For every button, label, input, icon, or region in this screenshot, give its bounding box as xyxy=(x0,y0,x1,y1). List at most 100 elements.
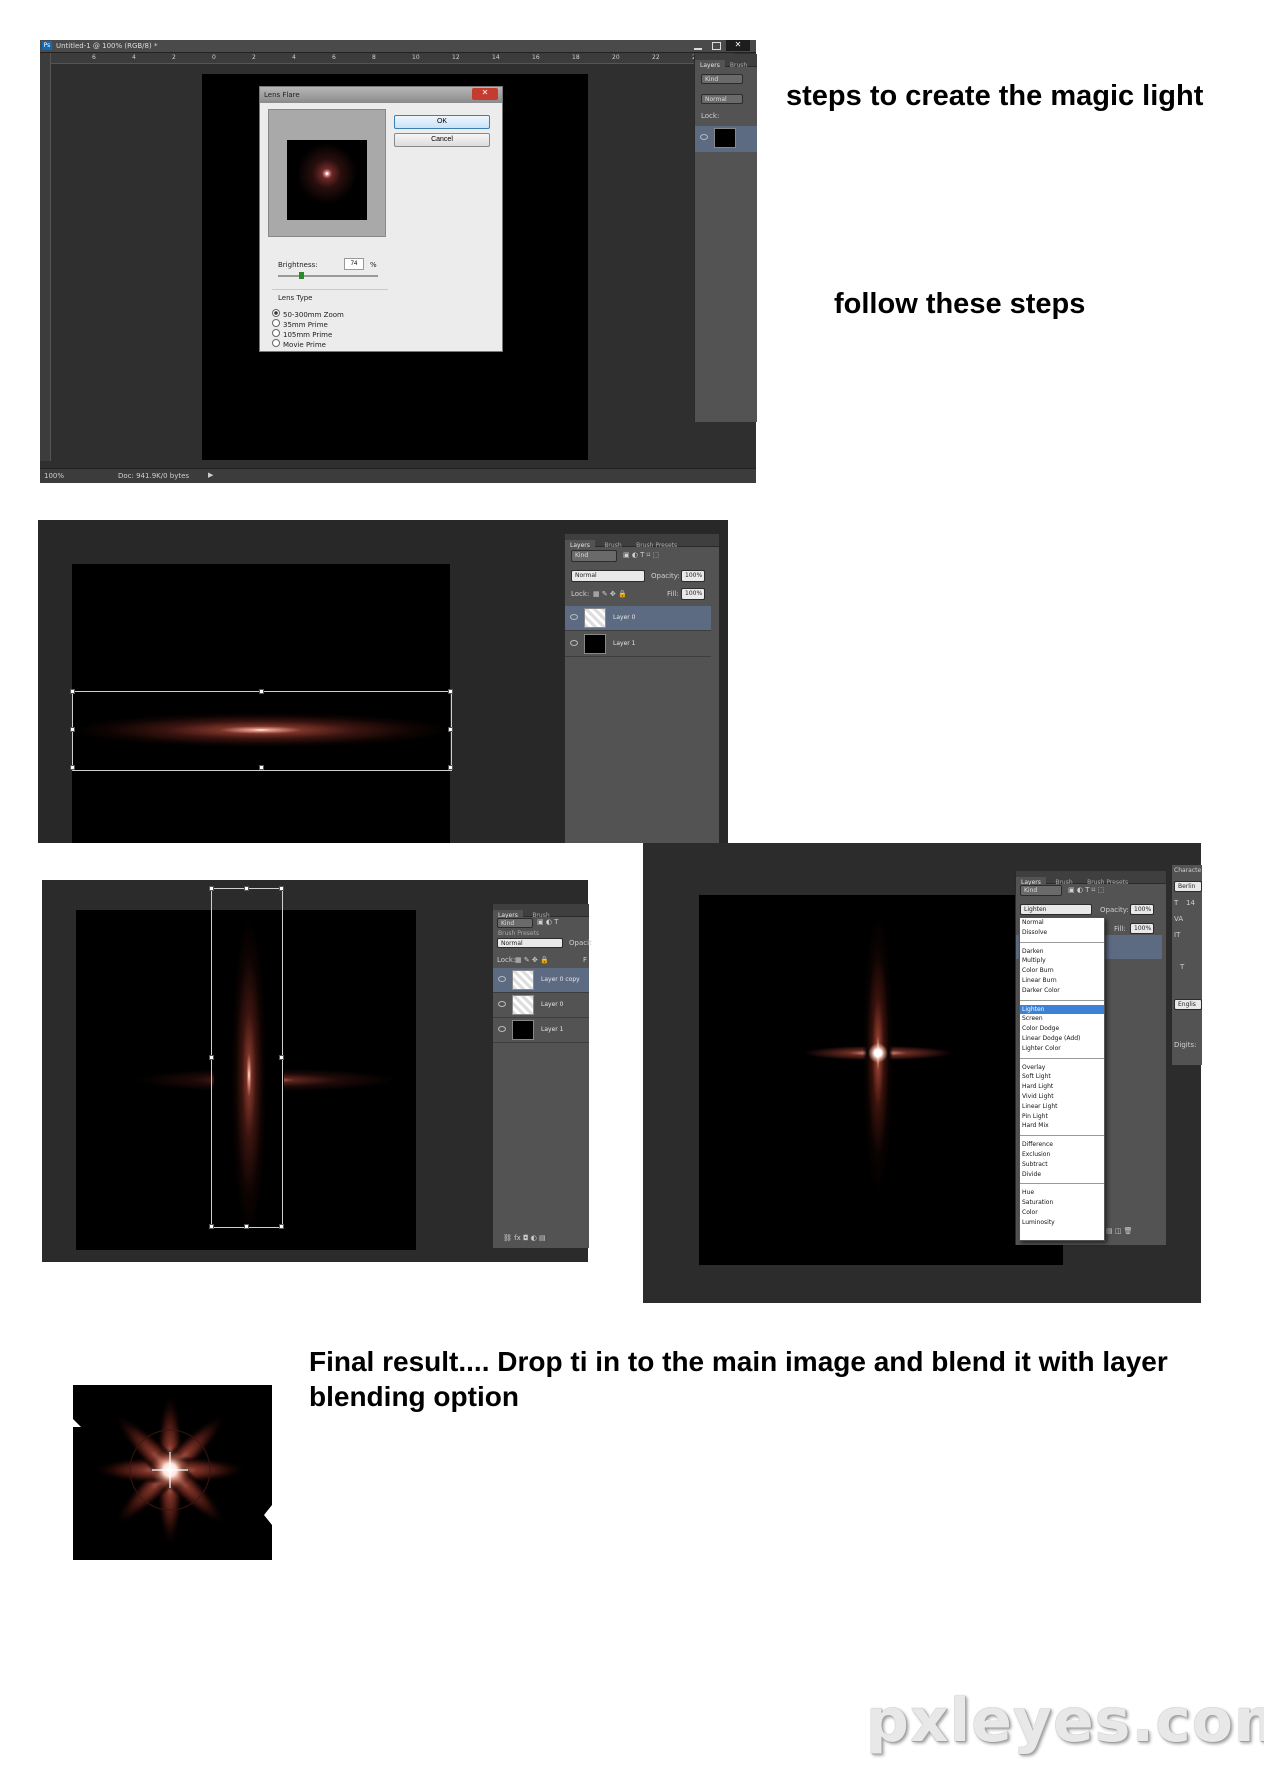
blend-mode-option[interactable]: Darken xyxy=(1020,947,1104,957)
document-tab[interactable]: Untitled-1 @ 100% (RGB/8) * xyxy=(56,42,157,50)
opacity-input[interactable]: 100% xyxy=(1130,904,1154,915)
filter-icons[interactable]: ▣ ◐ T ⌑ ⬚ xyxy=(623,551,659,559)
radio-button[interactable] xyxy=(272,338,280,347)
transform-handle[interactable] xyxy=(70,765,75,770)
visibility-eye-icon[interactable] xyxy=(498,976,506,982)
blend-mode-option[interactable]: Pin Light xyxy=(1020,1112,1104,1122)
transform-handle[interactable] xyxy=(279,1224,284,1229)
blend-mode-option[interactable]: Multiply xyxy=(1020,956,1104,966)
blend-mode-option[interactable]: Lighten xyxy=(1020,1004,1104,1015)
blend-mode-option[interactable]: Color Dodge xyxy=(1020,1024,1104,1034)
kind-filter[interactable]: Kind xyxy=(497,918,533,928)
font-size-value[interactable]: 14 xyxy=(1186,899,1195,907)
status-arrow-icon[interactable]: ▶ xyxy=(208,471,213,479)
layer-row[interactable]: Layer 1 xyxy=(493,1018,589,1043)
blend-mode-option[interactable]: Saturation xyxy=(1020,1198,1104,1208)
kind-filter[interactable]: Kind xyxy=(1020,885,1062,896)
transform-handle[interactable] xyxy=(70,727,75,732)
ok-button[interactable]: OK xyxy=(394,115,490,129)
blend-mode-option[interactable]: Linear Burn xyxy=(1020,976,1104,986)
transform-bounding-box[interactable] xyxy=(211,888,283,1228)
zoom-level[interactable]: 100% xyxy=(44,472,64,480)
kind-filter[interactable]: Kind xyxy=(701,74,743,84)
fill-input[interactable]: 100% xyxy=(1130,923,1154,934)
panel-footer-icons[interactable]: ⛓ fx ◘ ◐ ▤ xyxy=(503,1234,546,1242)
blend-mode-dropdown[interactable]: Normal Dissolve Darken Multiply Color Burn Li… xyxy=(1019,917,1105,1241)
layer-name[interactable]: Layer 1 xyxy=(613,640,635,647)
blend-mode-option[interactable]: Darker Color xyxy=(1020,986,1104,996)
blend-mode-option[interactable]: Luminosity xyxy=(1020,1218,1104,1228)
lens-type-option[interactable]: Movie Prime xyxy=(272,334,326,352)
layer-name[interactable]: Layer 0 xyxy=(613,614,635,621)
blend-mode-select[interactable]: Normal xyxy=(571,570,645,582)
blend-mode-option[interactable]: Hue xyxy=(1020,1188,1104,1198)
visibility-eye-icon[interactable] xyxy=(498,1001,506,1007)
layer-row[interactable]: Layer 0 copy xyxy=(493,968,589,993)
blend-mode-option[interactable]: Color xyxy=(1020,1208,1104,1218)
language-select[interactable]: Englis xyxy=(1174,999,1202,1010)
layer-row[interactable]: Layer 1 xyxy=(565,632,711,657)
panel-footer-icons[interactable]: ▤ ◫ 🗑 xyxy=(1106,1227,1133,1235)
transform-handle[interactable] xyxy=(70,689,75,694)
font-family-select[interactable]: Berlin xyxy=(1174,881,1202,892)
brightness-slider-track[interactable] xyxy=(278,275,378,277)
transform-handle[interactable] xyxy=(448,765,453,770)
layer-name[interactable]: Layer 0 xyxy=(541,1001,563,1008)
kind-filter[interactable]: Kind xyxy=(571,550,617,562)
dialog-close-icon[interactable]: ✕ xyxy=(472,88,498,100)
transform-handle[interactable] xyxy=(209,1224,214,1229)
opacity-input[interactable]: 100% xyxy=(681,570,705,582)
blend-mode-option[interactable]: Linear Dodge (Add) xyxy=(1020,1034,1104,1044)
layer-name[interactable]: Layer 1 xyxy=(541,1026,563,1033)
blend-mode-option[interactable]: Exclusion xyxy=(1020,1150,1104,1160)
blend-mode-option[interactable]: Hard Mix xyxy=(1020,1121,1104,1131)
doc-info[interactable]: Doc: 941.9K/0 bytes xyxy=(118,472,189,480)
filter-icons[interactable]: ▣ ◐ T xyxy=(537,918,558,926)
tab-layers[interactable]: Layers xyxy=(695,60,725,71)
tab-brush-presets[interactable]: Brush Presets xyxy=(631,540,682,551)
layer-name[interactable]: Layer 0 copy xyxy=(541,976,580,983)
transform-handle[interactable] xyxy=(448,689,453,694)
blend-mode-option[interactable]: Difference xyxy=(1020,1140,1104,1150)
transform-handle[interactable] xyxy=(209,886,214,891)
layer-row[interactable]: Layer 0 xyxy=(493,993,589,1018)
preview-image[interactable] xyxy=(287,140,367,220)
blend-mode-option[interactable]: Screen xyxy=(1020,1014,1104,1024)
blend-mode-select[interactable]: Lighten xyxy=(1020,904,1092,915)
close-icon[interactable]: ✕ xyxy=(726,40,750,51)
layer-row[interactable]: Layer 0 xyxy=(565,606,711,631)
transform-handle[interactable] xyxy=(259,765,264,770)
minimize-icon[interactable] xyxy=(694,43,702,50)
blend-mode-option[interactable]: Dissolve xyxy=(1020,928,1104,938)
transform-handle[interactable] xyxy=(209,1055,214,1060)
transform-handle[interactable] xyxy=(244,886,249,891)
visibility-eye-icon[interactable] xyxy=(498,1026,506,1032)
transform-handle[interactable] xyxy=(279,886,284,891)
transform-bounding-box[interactable] xyxy=(72,691,452,771)
visibility-eye-icon[interactable] xyxy=(570,640,578,646)
tab-brush[interactable]: Brush xyxy=(725,60,752,71)
layer-row[interactable] xyxy=(695,126,757,152)
transform-handle[interactable] xyxy=(279,1055,284,1060)
blend-mode-option[interactable]: Hard Light xyxy=(1020,1082,1104,1092)
transform-handle[interactable] xyxy=(448,727,453,732)
brightness-slider-thumb[interactable] xyxy=(299,272,304,279)
blend-mode-option[interactable]: Lighter Color xyxy=(1020,1044,1104,1054)
blend-mode-select[interactable]: Normal xyxy=(701,94,743,104)
blend-mode-option[interactable]: Vivid Light xyxy=(1020,1092,1104,1102)
lock-icons[interactable]: ▦ ✎ ✥ 🔒 xyxy=(593,590,627,598)
transform-handle[interactable] xyxy=(259,689,264,694)
visibility-eye-icon[interactable] xyxy=(570,614,578,620)
lock-icons[interactable]: ▦ ✎ ✥ 🔒 xyxy=(515,956,549,964)
filter-icons[interactable]: ▣ ◐ T ⌑ ⬚ xyxy=(1068,886,1104,894)
blend-mode-option[interactable]: Linear Light xyxy=(1020,1102,1104,1112)
blend-mode-option[interactable]: Overlay xyxy=(1020,1063,1104,1073)
blend-mode-option[interactable]: Soft Light xyxy=(1020,1072,1104,1082)
blend-mode-option[interactable]: Subtract xyxy=(1020,1160,1104,1170)
blend-mode-select[interactable]: Normal xyxy=(497,938,563,948)
maximize-icon[interactable] xyxy=(712,42,721,50)
blend-mode-option[interactable]: Normal xyxy=(1020,918,1104,928)
cancel-button[interactable]: Cancel xyxy=(394,133,490,147)
transform-handle[interactable] xyxy=(244,1224,249,1229)
visibility-eye-icon[interactable] xyxy=(700,134,708,140)
